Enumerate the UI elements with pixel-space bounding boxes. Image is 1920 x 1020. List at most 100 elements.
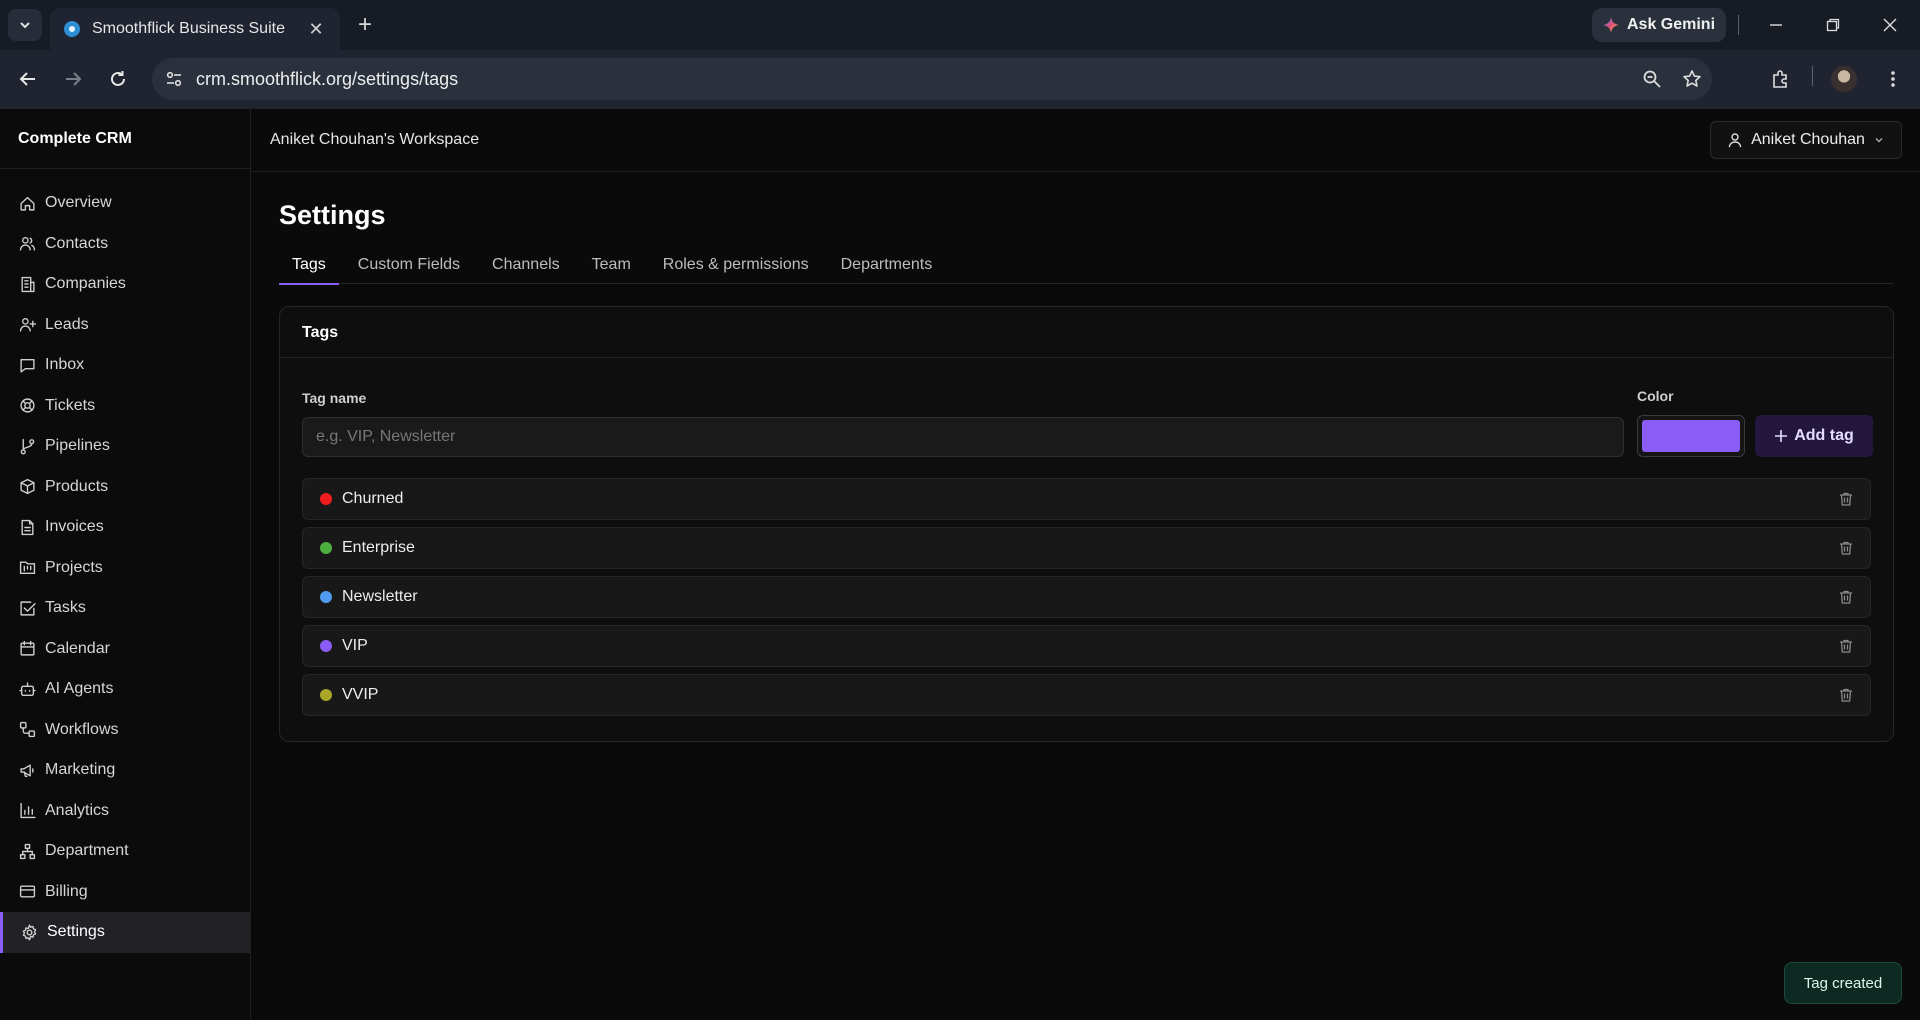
package-icon — [20, 479, 35, 495]
sidebar-item-label: Department — [45, 842, 129, 860]
sidebar-item-analytics[interactable]: Analytics — [0, 791, 250, 832]
credit-card-icon — [19, 885, 36, 898]
delete-tag-button[interactable] — [1836, 587, 1856, 607]
tag-name: Newsletter — [342, 588, 418, 605]
tag-row: VIP — [302, 625, 1871, 667]
tab-tags[interactable]: Tags — [279, 248, 339, 285]
site-info-icon[interactable] — [152, 70, 196, 88]
sidebar-item-leads[interactable]: Leads — [0, 305, 250, 346]
tags-card: Tags Tag name Color Add tag Churned Enter… — [279, 306, 1894, 742]
delete-tag-button[interactable] — [1836, 636, 1856, 656]
extensions-button[interactable] — [1764, 62, 1798, 96]
arrow-left-icon — [19, 72, 35, 86]
new-tab-button[interactable]: + — [350, 10, 380, 40]
tab-channels[interactable]: Channels — [479, 248, 573, 284]
zoom-icon[interactable] — [1632, 69, 1672, 89]
tab-team[interactable]: Team — [579, 248, 644, 284]
settings-tabs: Tags Custom Fields Channels Team Roles & per… — [279, 248, 1893, 285]
sidebar-item-workflows[interactable]: Workflows — [0, 710, 250, 751]
tab-departments[interactable]: Departments — [828, 248, 946, 284]
user-plus-icon — [19, 318, 36, 332]
add-tag-form: Tag name Color Add tag — [280, 358, 1893, 478]
sidebar-item-overview[interactable]: Overview — [0, 183, 250, 224]
favicon-icon — [64, 21, 80, 37]
tag-row: VVIP — [302, 674, 1871, 716]
profile-button[interactable] — [1827, 62, 1861, 96]
sidebar-item-invoices[interactable]: Invoices — [0, 507, 250, 548]
tab-close-icon[interactable]: ✕ — [306, 19, 326, 40]
sidebar-item-label: Settings — [47, 923, 105, 941]
back-button[interactable] — [11, 62, 45, 96]
sidebar-item-billing[interactable]: Billing — [0, 872, 250, 913]
trash-icon — [1840, 688, 1852, 702]
sidebar-item-inbox[interactable]: Inbox — [0, 345, 250, 386]
forward-button[interactable] — [56, 62, 90, 96]
tag-name: Enterprise — [342, 539, 415, 556]
sidebar-item-pipelines[interactable]: Pipelines — [0, 426, 250, 467]
sidebar-item-settings[interactable]: Settings — [0, 912, 250, 953]
lifebuoy-icon — [20, 398, 35, 413]
tag-color-dot — [320, 689, 332, 701]
delete-tag-button[interactable] — [1836, 685, 1856, 705]
browser-menu-button[interactable] — [1876, 62, 1910, 96]
tag-row: Newsletter — [302, 576, 1871, 618]
restore-button[interactable] — [1813, 8, 1853, 42]
card-title: Tags — [280, 307, 1893, 358]
url-text[interactable]: crm.smoothflick.org/settings/tags — [196, 69, 1632, 90]
tab-roles-permissions[interactable]: Roles & permissions — [650, 248, 822, 284]
sidebar-item-products[interactable]: Products — [0, 467, 250, 508]
tab-title: Smoothflick Business Suite — [92, 20, 285, 37]
add-tag-label: Add tag — [1794, 427, 1854, 444]
workflow-icon — [19, 722, 36, 738]
sidebar-item-label: Pipelines — [45, 437, 110, 455]
delete-tag-button[interactable] — [1836, 489, 1856, 509]
user-menu-button[interactable]: Aniket Chouhan — [1710, 121, 1902, 159]
tag-name: VVIP — [342, 686, 379, 703]
delete-tag-button[interactable] — [1836, 538, 1856, 558]
trash-icon — [1840, 639, 1852, 653]
sidebar-item-contacts[interactable]: Contacts — [0, 224, 250, 265]
color-picker[interactable] — [1637, 415, 1745, 457]
sidebar-item-label: Marketing — [45, 761, 116, 779]
settings-content: Settings Tags Custom Fields Channels Team Ro… — [252, 200, 1920, 742]
reload-button[interactable] — [101, 62, 135, 96]
tag-name-label: Tag name — [302, 390, 367, 406]
bar-chart-icon — [20, 803, 36, 819]
trash-icon — [1840, 541, 1852, 555]
ask-gemini-label: Ask Gemini — [1626, 16, 1716, 33]
puzzle-icon — [1773, 70, 1787, 88]
sidebar-item-calendar[interactable]: Calendar — [0, 629, 250, 670]
address-bar[interactable]: crm.smoothflick.org/settings/tags — [152, 58, 1712, 100]
browser-toolbar: crm.smoothflick.org/settings/tags — [0, 50, 1920, 109]
trash-icon — [1840, 492, 1852, 506]
add-tag-button[interactable]: Add tag — [1755, 415, 1873, 457]
tab-search-button[interactable] — [8, 9, 42, 41]
close-window-button[interactable] — [1870, 8, 1910, 42]
sidebar-item-label: Billing — [45, 882, 88, 900]
color-label: Color — [1637, 388, 1674, 404]
tab-strip: Smoothflick Business Suite ✕ + Ask Gemin… — [0, 0, 1920, 50]
browser-tab[interactable]: Smoothflick Business Suite ✕ — [50, 8, 340, 50]
tab-custom-fields[interactable]: Custom Fields — [345, 248, 473, 284]
sidebar-item-marketing[interactable]: Marketing — [0, 750, 250, 791]
sidebar-item-ai-agents[interactable]: AI Agents — [0, 669, 250, 710]
tag-row: Enterprise — [302, 527, 1871, 569]
app: Complete CRM Overview Contacts Companies Le… — [0, 109, 1920, 1020]
divider — [1812, 66, 1813, 86]
tag-name: VIP — [342, 637, 368, 654]
topbar: Aniket Chouhan's Workspace Aniket Chouha… — [252, 109, 1920, 172]
bookmark-star-icon[interactable] — [1672, 69, 1712, 89]
ask-gemini-button[interactable]: Ask Gemini — [1592, 8, 1726, 42]
sidebar-item-tickets[interactable]: Tickets — [0, 386, 250, 427]
gear-icon — [22, 924, 37, 941]
sidebar-item-projects[interactable]: Projects — [0, 548, 250, 589]
message-icon — [20, 358, 35, 373]
minimize-button[interactable] — [1756, 8, 1796, 42]
tag-list: Churned Enterprise Newsletter VIP VVIP — [280, 478, 1893, 716]
sidebar-item-companies[interactable]: Companies — [0, 264, 250, 305]
tag-name-input[interactable] — [302, 417, 1624, 457]
sidebar-item-label: Companies — [45, 275, 126, 293]
main: Aniket Chouhan's Workspace Aniket Chouha… — [252, 109, 1920, 1020]
sidebar-item-tasks[interactable]: Tasks — [0, 588, 250, 629]
sidebar-item-department[interactable]: Department — [0, 831, 250, 872]
